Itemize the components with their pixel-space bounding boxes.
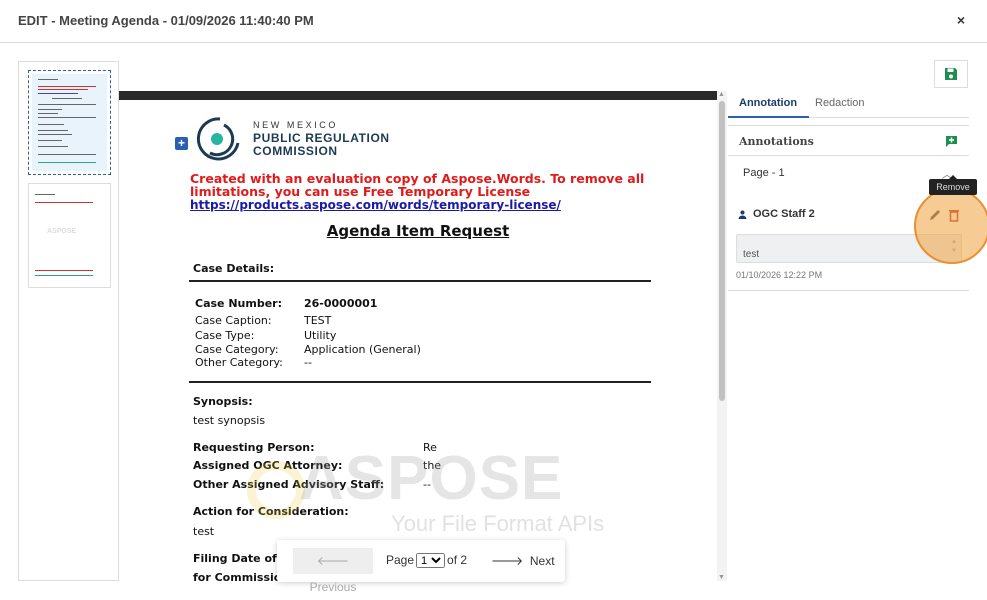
- remove-tooltip: Remove: [929, 175, 977, 195]
- action-value: test: [193, 525, 215, 538]
- close-icon[interactable]: ×: [957, 12, 965, 28]
- save-icon: [945, 68, 957, 80]
- field-value-other-category: --: [304, 356, 312, 369]
- document-heading: Agenda Item Request: [326, 222, 510, 240]
- add-comment-icon: [945, 135, 957, 147]
- annotation-panel: Annotation Redaction Annotations Page - …: [727, 91, 969, 586]
- page-thumbnails: ASPOSE: [18, 61, 119, 581]
- add-annotation-button[interactable]: [941, 131, 961, 151]
- commission-logo-icon: [196, 117, 240, 161]
- document-viewer: + NEW MEXICO PUBLIC REGULATION COMMISSIO…: [119, 91, 717, 586]
- field-value-case-number: 26-0000001: [304, 297, 378, 310]
- page-select[interactable]: 1: [416, 553, 446, 568]
- section-divider: [189, 381, 651, 383]
- next-page-button[interactable]: 🡒 Next: [491, 553, 555, 568]
- field-label-case-caption: Case Caption:: [195, 314, 272, 327]
- requesting-person-label: Requesting Person:: [193, 441, 315, 454]
- section-divider: [189, 280, 651, 282]
- dialog-title: EDIT - Meeting Agenda - 01/09/2026 11:40…: [18, 13, 314, 28]
- org-line-2: PUBLIC REGULATION: [253, 131, 390, 145]
- field-value-case-caption: TEST: [304, 314, 332, 327]
- org-line-3: COMMISSION: [253, 144, 338, 158]
- tab-annotation[interactable]: Annotation: [727, 97, 810, 118]
- annotation-page-label: Page - 1: [743, 167, 785, 179]
- annotation-timestamp: 01/10/2026 12:22 PM: [736, 270, 823, 280]
- field-value-case-type: Utility: [304, 329, 337, 342]
- previous-page-button[interactable]: 🡐 Previous: [293, 548, 373, 594]
- field-label-case-number: Case Number:: [195, 297, 282, 310]
- org-line-1: NEW MEXICO: [253, 120, 339, 130]
- save-button[interactable]: [934, 60, 968, 88]
- evaluation-notice-line-2: limitations, you can use Free Temporary …: [190, 184, 531, 199]
- dialog-header: EDIT - Meeting Agenda - 01/09/2026 11:40…: [0, 0, 987, 43]
- filing-date-label: Filing Date of: [193, 552, 277, 565]
- evaluation-license-link[interactable]: https://products.aspose.com/words/tempor…: [190, 198, 561, 212]
- synopsis-label: Synopsis:: [193, 395, 253, 408]
- scrollbar-thumb[interactable]: [719, 101, 725, 401]
- scroll-up-icon[interactable]: ▲: [718, 91, 725, 98]
- annotation-author: OGC Staff 2: [738, 208, 815, 220]
- page-navigator: 🡐 Previous Page 1 of 2 🡒 Next: [277, 540, 565, 594]
- document-top-bar: [119, 91, 717, 100]
- thumbnail-watermark: ASPOSE: [47, 228, 77, 235]
- thumbnail-page-2[interactable]: ASPOSE: [28, 183, 111, 288]
- field-label-case-category: Case Category:: [195, 343, 279, 356]
- thumbnail-page-1[interactable]: [28, 70, 111, 175]
- watermark-logo-icon: [247, 461, 305, 519]
- user-icon: [738, 210, 747, 219]
- field-label-case-type: Case Type:: [195, 329, 255, 342]
- case-details-label: Case Details:: [193, 262, 275, 275]
- add-annotation-icon[interactable]: +: [175, 137, 188, 150]
- annotations-header: Annotations: [728, 125, 969, 156]
- cursor-highlight: [914, 188, 987, 264]
- scroll-down-icon[interactable]: ▼: [718, 574, 725, 581]
- document-scrollbar[interactable]: ▲ ▼: [717, 91, 727, 581]
- watermark-sub: Your File Format APIs: [391, 511, 605, 536]
- annotations-title: Annotations: [739, 135, 814, 148]
- synopsis-value: test synopsis: [193, 414, 266, 427]
- tab-redaction[interactable]: Redaction: [815, 97, 865, 109]
- filing-date-label-2: for Commission: [193, 571, 290, 584]
- panel-tabs: Annotation Redaction: [727, 91, 969, 118]
- watermark-main: ASPOSE: [299, 444, 564, 513]
- page-indicator: Page 1 of 2: [386, 553, 467, 568]
- field-value-case-category: Application (General): [304, 343, 421, 356]
- field-label-other-category: Other Category:: [195, 356, 283, 369]
